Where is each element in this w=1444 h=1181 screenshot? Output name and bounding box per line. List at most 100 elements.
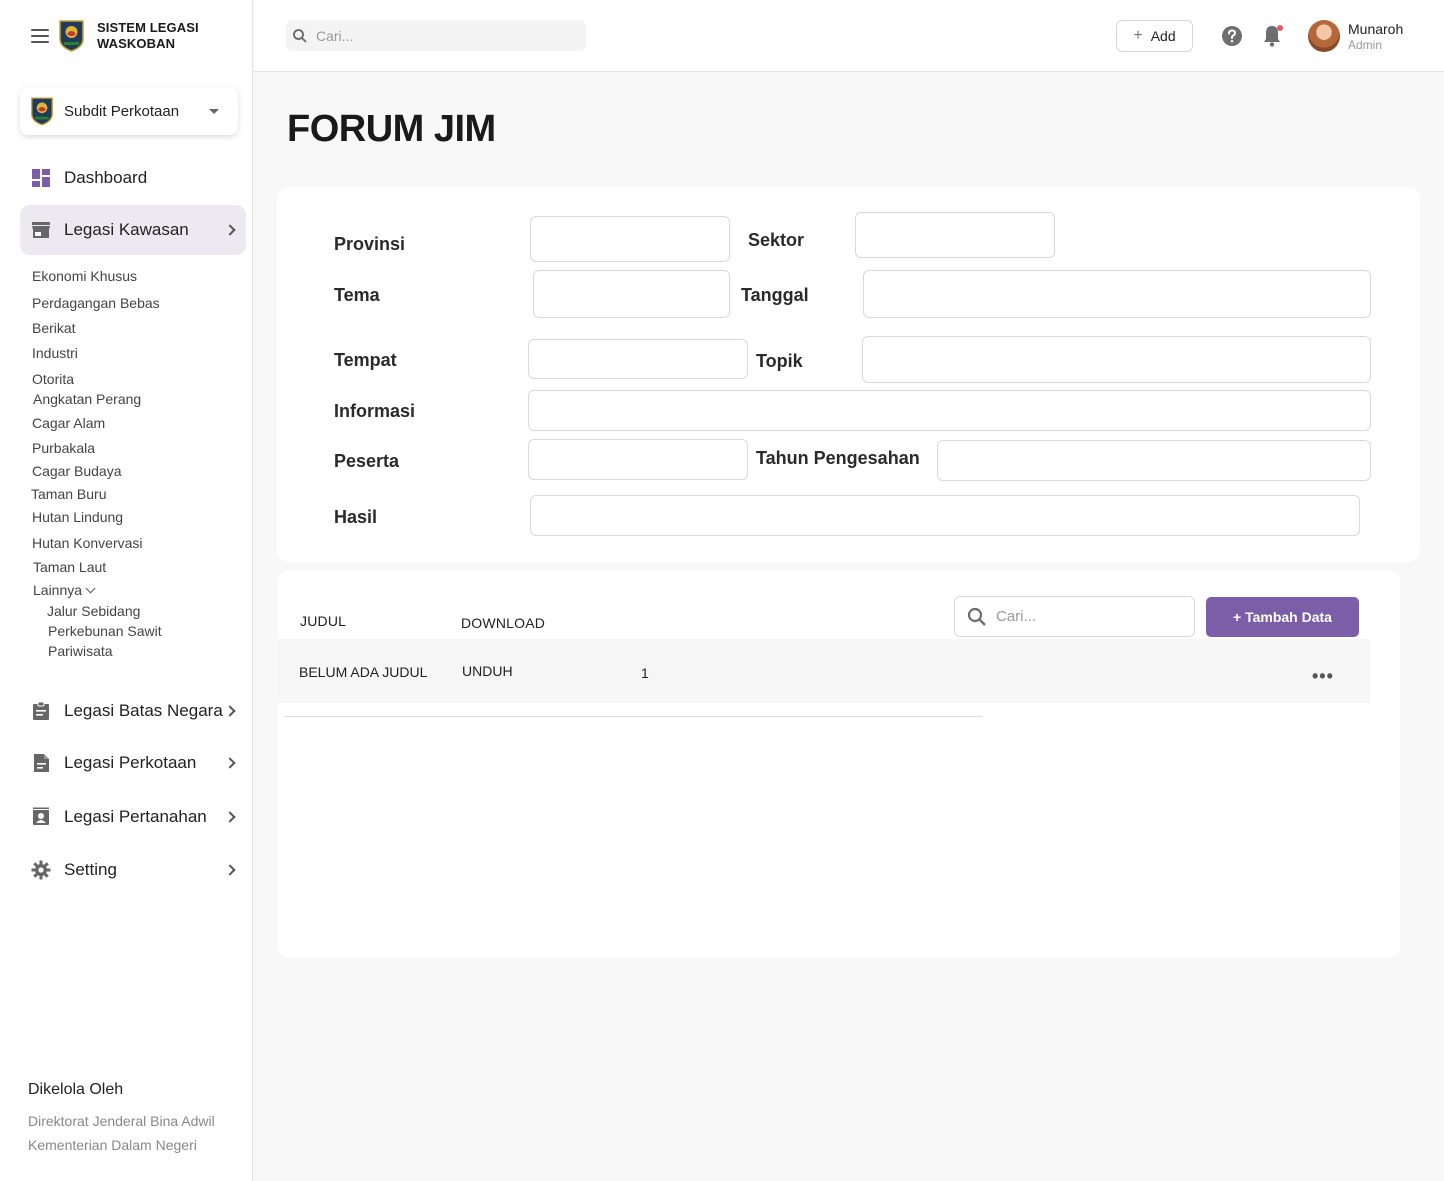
nav-dashboard-label: Dashboard	[64, 168, 148, 187]
table-search[interactable]	[954, 596, 1195, 637]
user-role: Admin	[1348, 38, 1383, 52]
label-tempat: Tempat	[334, 350, 397, 370]
search-icon	[967, 607, 986, 626]
cell-count: 1	[641, 665, 649, 681]
menu-icon[interactable]	[31, 29, 49, 43]
top-search[interactable]	[286, 20, 586, 51]
tambah-data-button[interactable]: + Tambah Data	[1206, 597, 1359, 637]
chevron-right-icon	[224, 705, 236, 717]
sub-item-hutan-lindung[interactable]: Hutan Lindung	[32, 509, 123, 525]
document-icon	[30, 752, 52, 774]
footer-line-1: Direktorat Jenderal Bina Adwil	[28, 1113, 215, 1129]
page-title: FORUM JIM	[287, 108, 496, 150]
peserta-field[interactable]	[528, 439, 748, 480]
sub-item-angkatan-perang[interactable]: Angkatan Perang	[33, 391, 141, 407]
sub-item-pariwisata[interactable]: Pariwisata	[48, 643, 113, 659]
column-header-judul[interactable]: JUDUL	[300, 613, 346, 629]
contact-icon	[30, 806, 52, 828]
app-title: SISTEM LEGASI WASKOBAN	[97, 20, 199, 52]
sub-item-taman-laut[interactable]: Taman Laut	[33, 559, 106, 575]
nav-legasi-pertanahan[interactable]: Legasi Pertanahan	[20, 792, 246, 842]
org-selector[interactable]: Subdit Perkotaan	[20, 87, 238, 135]
label-topik: Topik	[756, 351, 803, 371]
add-button[interactable]: + Add	[1116, 20, 1193, 52]
informasi-field[interactable]	[528, 390, 1371, 431]
org-logo-icon	[31, 97, 53, 126]
tempat-field[interactable]	[528, 339, 748, 379]
nav-legasi-perkotaan[interactable]: Legasi Perkotaan	[20, 738, 246, 788]
clipboard-icon	[30, 700, 52, 722]
app-title-line2: WASKOBAN	[97, 36, 176, 51]
gear-icon	[30, 859, 52, 881]
sub-item-purbakala[interactable]: Purbakala	[32, 440, 95, 456]
nav-legasi-batas-negara-label: Legasi Batas Negara	[64, 701, 223, 720]
nav-setting[interactable]: Setting	[20, 845, 246, 895]
table-row[interactable]: BELUM ADA JUDUL UNDUH 1	[278, 639, 1370, 717]
dashboard-icon	[30, 167, 52, 189]
sub-item-perkebunan-sawit[interactable]: Perkebunan Sawit	[48, 623, 162, 639]
sub-item-lainnya[interactable]: Lainnya	[33, 582, 96, 598]
caret-down-icon	[209, 108, 219, 114]
sub-item-cagar-budaya[interactable]: Cagar Budaya	[32, 463, 122, 479]
logo-icon	[59, 20, 84, 52]
column-header-download[interactable]: DOWNLOAD	[461, 615, 545, 631]
sub-item-lainnya-label: Lainnya	[33, 582, 83, 598]
plus-icon: +	[1133, 27, 1143, 44]
filter-form: Provinsi Sektor Tema Tanggal Tempat Topi…	[277, 187, 1420, 562]
label-tema: Tema	[334, 285, 380, 305]
org-selector-label: Subdit Perkotaan	[64, 102, 180, 120]
cell-judul: BELUM ADA JUDUL	[299, 664, 428, 680]
label-tanggal: Tanggal	[741, 285, 809, 305]
nav-legasi-kawasan-label: Legasi Kawasan	[64, 220, 189, 239]
sub-item-ekonomi-khusus[interactable]: Ekonomi Khusus	[32, 268, 137, 284]
nav-dashboard[interactable]: Dashboard	[20, 153, 246, 203]
sub-item-berikat[interactable]: Berikat	[32, 320, 76, 336]
chevron-right-icon	[224, 224, 236, 236]
app-title-line1: SISTEM LEGASI	[97, 20, 199, 35]
label-informasi: Informasi	[334, 401, 416, 421]
nav-legasi-batas-negara[interactable]: Legasi Batas Negara	[20, 686, 246, 736]
sidebar: SISTEM LEGASI WASKOBAN Subdit Perkotaan …	[0, 0, 253, 1181]
hasil-field[interactable]	[530, 495, 1360, 536]
download-link[interactable]: UNDUH	[462, 663, 513, 679]
sektor-field[interactable]	[855, 212, 1055, 258]
sub-item-cagar-alam[interactable]: Cagar Alam	[32, 415, 105, 431]
store-icon	[30, 219, 52, 241]
nav-legasi-pertanahan-label: Legasi Pertanahan	[64, 807, 207, 826]
label-hasil: Hasil	[334, 507, 378, 527]
sub-item-industri[interactable]: Industri	[32, 345, 78, 361]
help-icon[interactable]	[1221, 25, 1243, 47]
top-search-input[interactable]	[316, 27, 566, 44]
add-button-label: Add	[1150, 28, 1176, 44]
sub-item-taman-buru[interactable]: Taman Buru	[31, 486, 106, 502]
footer-title: Dikelola Oleh	[28, 1081, 124, 1098]
user-name: Munaroh	[1348, 21, 1404, 37]
sub-item-hutan-konvervasi[interactable]: Hutan Konvervasi	[32, 535, 143, 551]
topik-field[interactable]	[862, 336, 1371, 383]
data-table: JUDUL DOWNLOAD + Tambah Data BELUM ADA J…	[278, 570, 1400, 958]
footer-line-2: Kementerian Dalam Negeri	[28, 1137, 197, 1153]
tema-field[interactable]	[533, 270, 730, 318]
sub-item-perdagangan-bebas[interactable]: Perdagangan Bebas	[32, 295, 160, 311]
nav-legasi-perkotaan-label: Legasi Perkotaan	[64, 753, 197, 772]
chevron-right-icon	[224, 757, 236, 769]
search-icon	[293, 28, 307, 43]
sub-item-otorita[interactable]: Otorita	[32, 371, 74, 387]
label-sektor: Sektor	[748, 230, 805, 250]
nav-setting-label: Setting	[64, 860, 117, 879]
sub-item-jalur-sebidang[interactable]: Jalur Sebidang	[47, 603, 140, 619]
tanggal-field[interactable]	[863, 270, 1371, 318]
label-peserta: Peserta	[334, 451, 400, 471]
label-tahun-pengesahan: Tahun Pengesahan	[756, 448, 920, 468]
label-provinsi: Provinsi	[334, 234, 406, 254]
notification-dot	[1277, 25, 1283, 31]
tahun-pengesahan-field[interactable]	[937, 440, 1371, 481]
nav-legasi-kawasan[interactable]: Legasi Kawasan	[20, 205, 246, 255]
chevron-right-icon	[224, 864, 236, 876]
chevron-down-icon	[85, 583, 96, 594]
header-divider	[284, 716, 982, 717]
more-options-icon[interactable]: •••	[1312, 666, 1334, 687]
table-search-input[interactable]	[996, 608, 1176, 625]
avatar[interactable]	[1308, 20, 1340, 52]
provinsi-field[interactable]	[530, 216, 730, 262]
